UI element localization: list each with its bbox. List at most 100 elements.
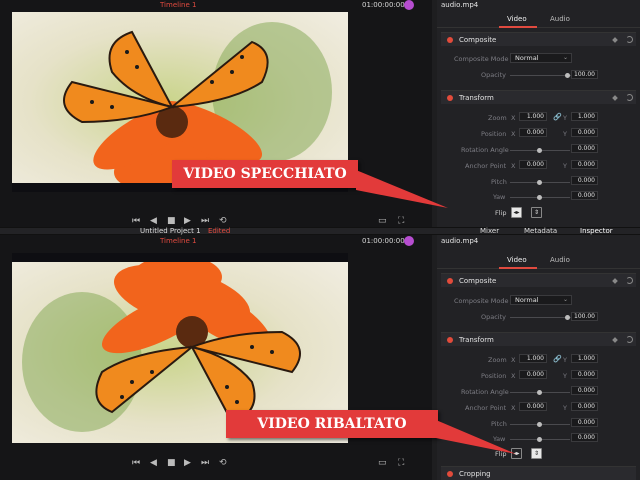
transform-header[interactable]: Transform	[441, 90, 636, 104]
edited-badge: Edited	[208, 227, 231, 235]
viewer-options-icon[interactable]	[404, 236, 414, 246]
skip-back-icon[interactable]: ⏮	[132, 458, 140, 468]
anchor-x-field[interactable]: 0.000	[519, 402, 547, 411]
tab-video[interactable]: Video	[507, 15, 527, 23]
tab-audio[interactable]: Audio	[550, 256, 570, 264]
tab-mixer[interactable]: Mixer	[480, 227, 499, 235]
axis-y: Y	[563, 114, 567, 122]
opacity-knob[interactable]	[565, 73, 570, 78]
skip-forward-icon[interactable]: ⏭	[201, 216, 209, 226]
axis-x: X	[511, 130, 516, 138]
anchor-x-field[interactable]: 0.000	[519, 160, 547, 169]
yaw-field[interactable]: 0.000	[571, 433, 598, 442]
opacity-slider[interactable]	[510, 317, 572, 318]
skip-back-icon[interactable]: ⏮	[132, 216, 140, 226]
position-x-field[interactable]: 0.000	[519, 370, 547, 379]
axis-x: X	[511, 114, 516, 122]
position-y-field[interactable]: 0.000	[571, 370, 598, 379]
callout-arrow	[436, 420, 516, 454]
zoom-y-field[interactable]: 1.000	[571, 112, 598, 121]
rotation-knob[interactable]	[537, 148, 542, 153]
timeline-name[interactable]: Timeline 1	[160, 1, 196, 9]
timeline-name[interactable]: Timeline 1	[160, 237, 196, 245]
tab-inspector[interactable]: Inspector	[580, 227, 613, 235]
rotation-label: Rotation Angle	[461, 146, 509, 154]
pitch-knob[interactable]	[537, 180, 542, 185]
match-frame-icon[interactable]: ▭	[378, 458, 387, 468]
composite-header[interactable]: Composite	[441, 32, 636, 46]
loop-icon[interactable]: ⟲	[219, 458, 227, 468]
opacity-knob[interactable]	[565, 315, 570, 320]
stop-icon[interactable]: ■	[167, 458, 176, 468]
yaw-knob[interactable]	[537, 437, 542, 442]
link-icon[interactable]: 🔗	[553, 355, 562, 363]
keyframe-icon[interactable]	[612, 278, 618, 284]
flip-vertical-icon[interactable]: ⇕	[531, 207, 542, 218]
anchor-y-field[interactable]: 0.000	[571, 402, 598, 411]
rotation-knob[interactable]	[537, 390, 542, 395]
full-screen-icon[interactable]: ⛶	[398, 458, 404, 468]
match-frame-icon[interactable]: ▭	[378, 216, 387, 226]
axis-x: X	[511, 356, 516, 364]
viewer: Timeline 1 01:00:00:00 ⏮ ◀ ■ ▶ ⏭ ⟲ ▭ ⛶	[0, 236, 432, 480]
timecode: 01:00:00:00	[362, 237, 405, 245]
play-icon[interactable]: ▶	[184, 458, 191, 468]
axis-y: Y	[563, 162, 567, 170]
play-icon[interactable]: ▶	[184, 216, 191, 226]
composite-mode-select[interactable]: Normal ⌄	[510, 53, 572, 63]
zoom-y-field[interactable]: 1.000	[571, 354, 598, 363]
cropping-header[interactable]: Cropping	[441, 466, 636, 480]
opacity-field[interactable]: 100.00	[571, 70, 598, 79]
loop-icon[interactable]: ⟲	[219, 216, 227, 226]
composite-mode-label: Composite Mode	[454, 297, 509, 305]
inspector-panel: audio.mp4 Video Audio Composite Composit…	[437, 0, 640, 236]
keyframe-icon[interactable]	[612, 95, 618, 101]
flip-vertical-icon[interactable]: ⇕	[531, 448, 542, 459]
rotation-field[interactable]: 0.000	[571, 144, 598, 153]
enable-toggle[interactable]	[447, 95, 453, 101]
reset-icon[interactable]	[626, 336, 633, 343]
enable-toggle[interactable]	[447, 337, 453, 343]
callout-arrow	[356, 170, 448, 208]
reset-icon[interactable]	[626, 36, 633, 43]
link-icon[interactable]: 🔗	[553, 113, 562, 121]
opacity-slider[interactable]	[510, 75, 572, 76]
position-y-field[interactable]: 0.000	[571, 128, 598, 137]
active-tab-indicator	[499, 267, 537, 269]
skip-forward-icon[interactable]: ⏭	[201, 458, 209, 468]
flip-horizontal-icon[interactable]: ◂▸	[511, 207, 522, 218]
enable-toggle[interactable]	[447, 37, 453, 43]
viewer-options-icon[interactable]	[404, 0, 414, 10]
zoom-x-field[interactable]: 1.000	[519, 354, 547, 363]
full-screen-icon[interactable]: ⛶	[398, 216, 404, 226]
pitch-field[interactable]: 0.000	[571, 418, 598, 427]
inspector-tabs: Video Audio	[437, 253, 640, 269]
yaw-knob[interactable]	[537, 195, 542, 200]
reset-icon[interactable]	[626, 277, 633, 284]
pitch-field[interactable]: 0.000	[571, 176, 598, 185]
anchor-y-field[interactable]: 0.000	[571, 160, 598, 169]
anchor-label: Anchor Point	[465, 162, 507, 170]
pitch-knob[interactable]	[537, 422, 542, 427]
keyframe-icon[interactable]	[612, 37, 618, 43]
enable-toggle[interactable]	[447, 278, 453, 284]
step-back-icon[interactable]: ◀	[150, 216, 157, 226]
stop-icon[interactable]: ■	[167, 216, 176, 226]
tab-audio[interactable]: Audio	[550, 15, 570, 23]
tab-video[interactable]: Video	[507, 256, 527, 264]
opacity-field[interactable]: 100.00	[571, 312, 598, 321]
yaw-field[interactable]: 0.000	[571, 191, 598, 200]
enable-toggle[interactable]	[447, 471, 453, 477]
rotation-field[interactable]: 0.000	[571, 386, 598, 395]
step-back-icon[interactable]: ◀	[150, 458, 157, 468]
position-x-field[interactable]: 0.000	[519, 128, 547, 137]
zoom-x-field[interactable]: 1.000	[519, 112, 547, 121]
keyframe-icon[interactable]	[612, 337, 618, 343]
zoom-label: Zoom	[488, 356, 507, 364]
composite-header[interactable]: Composite	[441, 273, 636, 287]
composite-mode-select[interactable]: Normal ⌄	[510, 295, 572, 305]
tab-metadata[interactable]: Metadata	[524, 227, 557, 235]
transform-header[interactable]: Transform	[441, 332, 636, 346]
reset-icon[interactable]	[626, 94, 633, 101]
anchor-label: Anchor Point	[465, 404, 507, 412]
